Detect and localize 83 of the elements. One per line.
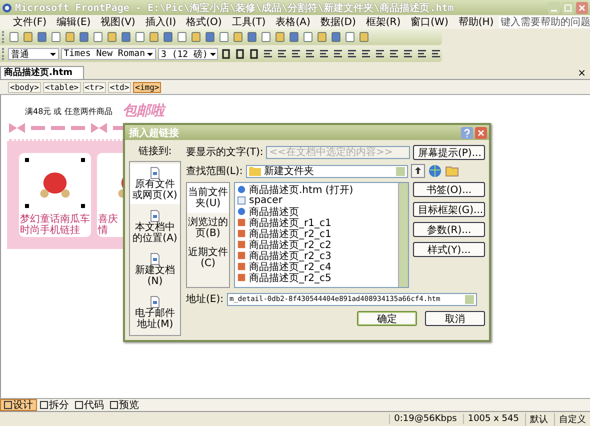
link-type-option[interactable]: 电子邮件地址(M): [130, 293, 180, 333]
view-icon: [40, 401, 48, 409]
close-button[interactable]: [576, 2, 588, 14]
view-tab[interactable]: 拆分: [37, 399, 72, 411]
menu-item[interactable]: 框架(R): [360, 15, 406, 29]
web-page-icon: [237, 185, 246, 194]
ok-button[interactable]: 确定: [357, 310, 417, 326]
web-page-icon: [237, 207, 246, 216]
up-folder-icon[interactable]: [410, 164, 425, 178]
dialog-button[interactable]: 书签(O)...: [413, 182, 485, 197]
promo-title: 包邮啦: [122, 102, 164, 120]
tag-selector[interactable]: <table>: [42, 82, 81, 92]
tag-selector[interactable]: <tr>: [82, 82, 106, 92]
view-tab[interactable]: 代码: [72, 399, 107, 411]
menu-item[interactable]: 帮助(H): [453, 15, 499, 29]
tag-selector[interactable]: <td>: [108, 82, 132, 92]
document-icon: [150, 167, 160, 179]
view-icon: [4, 401, 12, 409]
link-type-option[interactable]: 新建文档(N): [130, 250, 180, 290]
menu-item[interactable]: 文件(F): [8, 15, 52, 29]
window-title: Microsoft FrontPage - E:\Pic\淘宝小店\装修\成品\分割符\新建文件夹\商品描述页.htm: [15, 1, 455, 14]
file-list-item[interactable]: 商品描述页.htm (打开): [237, 184, 396, 195]
menu-item[interactable]: 视图(V): [96, 15, 140, 29]
menu-item[interactable]: 表格(A): [270, 15, 316, 29]
help-button[interactable]: [461, 126, 473, 138]
link-to-label: 链接到:: [137, 144, 173, 158]
document-icon: [150, 210, 160, 222]
document-icon: [150, 296, 160, 308]
link-type-option[interactable]: 原有文件或网页(X): [130, 164, 180, 204]
help-search-field[interactable]: 键入需要帮助的问题: [498, 16, 590, 28]
status-text: 1005 x 545: [462, 414, 519, 424]
font-size-dropdown[interactable]: 3 (12 磅): [158, 48, 218, 60]
product-caption: 梦幻童话南瓜车 时尚手机链挂: [19, 214, 90, 236]
view-icon: [110, 401, 118, 409]
address-label: 地址(E):: [186, 292, 224, 306]
menu-item[interactable]: 插入(I): [140, 15, 182, 29]
menu-item[interactable]: 工具(T): [226, 15, 271, 29]
dialog-button[interactable]: 目标框架(G)...: [413, 202, 485, 217]
file-list-item[interactable]: 商品描述页_r2_c3: [237, 250, 396, 261]
location-option[interactable]: 浏览过的页(B): [187, 213, 229, 243]
dialog-button[interactable]: 参数(R)...: [413, 222, 485, 237]
style-dropdown[interactable]: 普通: [8, 48, 59, 60]
view-tab[interactable]: 预览: [107, 399, 142, 411]
dialog-button[interactable]: 样式(Y)...: [413, 242, 485, 257]
file-list-item[interactable]: 商品描述页_r2_c2: [237, 239, 396, 250]
menu-item[interactable]: 数据(D): [315, 15, 361, 29]
promo-text: 满48元 或 任意两件商品: [25, 106, 112, 116]
file-icon: [237, 196, 246, 205]
menu-item[interactable]: 编辑(E): [52, 15, 96, 29]
open-folder-icon[interactable]: [444, 164, 459, 178]
look-in-dropdown[interactable]: 新建文件夹: [246, 164, 408, 178]
product-caption: 喜庆 情: [97, 214, 118, 236]
document-tab[interactable]: 商品描述页.htm: [0, 66, 84, 79]
app-icon: [2, 2, 12, 12]
scrollbar[interactable]: [398, 183, 408, 287]
close-button[interactable]: [475, 126, 487, 138]
file-list-item[interactable]: spacer: [237, 195, 396, 206]
status-text: 0:19@56Kbps: [389, 414, 457, 424]
tag-selector[interactable]: <body>: [8, 82, 41, 92]
status-text: 默认: [525, 412, 548, 426]
display-text-label: 要显示的文字(T):: [186, 146, 264, 159]
file-list-item[interactable]: 商品描述页_r2_c5: [237, 272, 396, 283]
dialog-title: 插入超链接: [129, 126, 179, 140]
file-list-item[interactable]: 商品描述页_r2_c4: [237, 261, 396, 272]
location-option[interactable]: 近期文件(C): [187, 243, 229, 273]
folder-icon: [248, 166, 261, 176]
menu-item[interactable]: 格式(O): [181, 15, 227, 29]
location-option[interactable]: 当前文件夹(U): [187, 183, 229, 213]
file-list-item[interactable]: 商品描述页: [237, 206, 396, 217]
view-icon: [75, 401, 83, 409]
view-tab[interactable]: 设计: [0, 399, 37, 411]
document-icon: [150, 253, 160, 265]
file-list-item[interactable]: 商品描述页_r2_c1: [237, 228, 396, 239]
font-dropdown[interactable]: Times New Roman: [60, 48, 156, 60]
status-text: 自定义: [554, 412, 586, 426]
screen-tip-button[interactable]: 屏幕提示(P)...: [413, 144, 485, 160]
close-document-button[interactable]: ×: [578, 68, 590, 79]
cancel-button[interactable]: 取消: [425, 310, 485, 326]
file-list-item[interactable]: 商品描述页_r1_c1: [237, 217, 396, 228]
link-type-option[interactable]: 本文档中的位置(A): [130, 207, 180, 247]
tag-selector[interactable]: <img>: [133, 82, 162, 92]
menu-item[interactable]: 窗口(W): [406, 15, 454, 29]
look-in-label: 查找范围(L):: [186, 164, 243, 178]
